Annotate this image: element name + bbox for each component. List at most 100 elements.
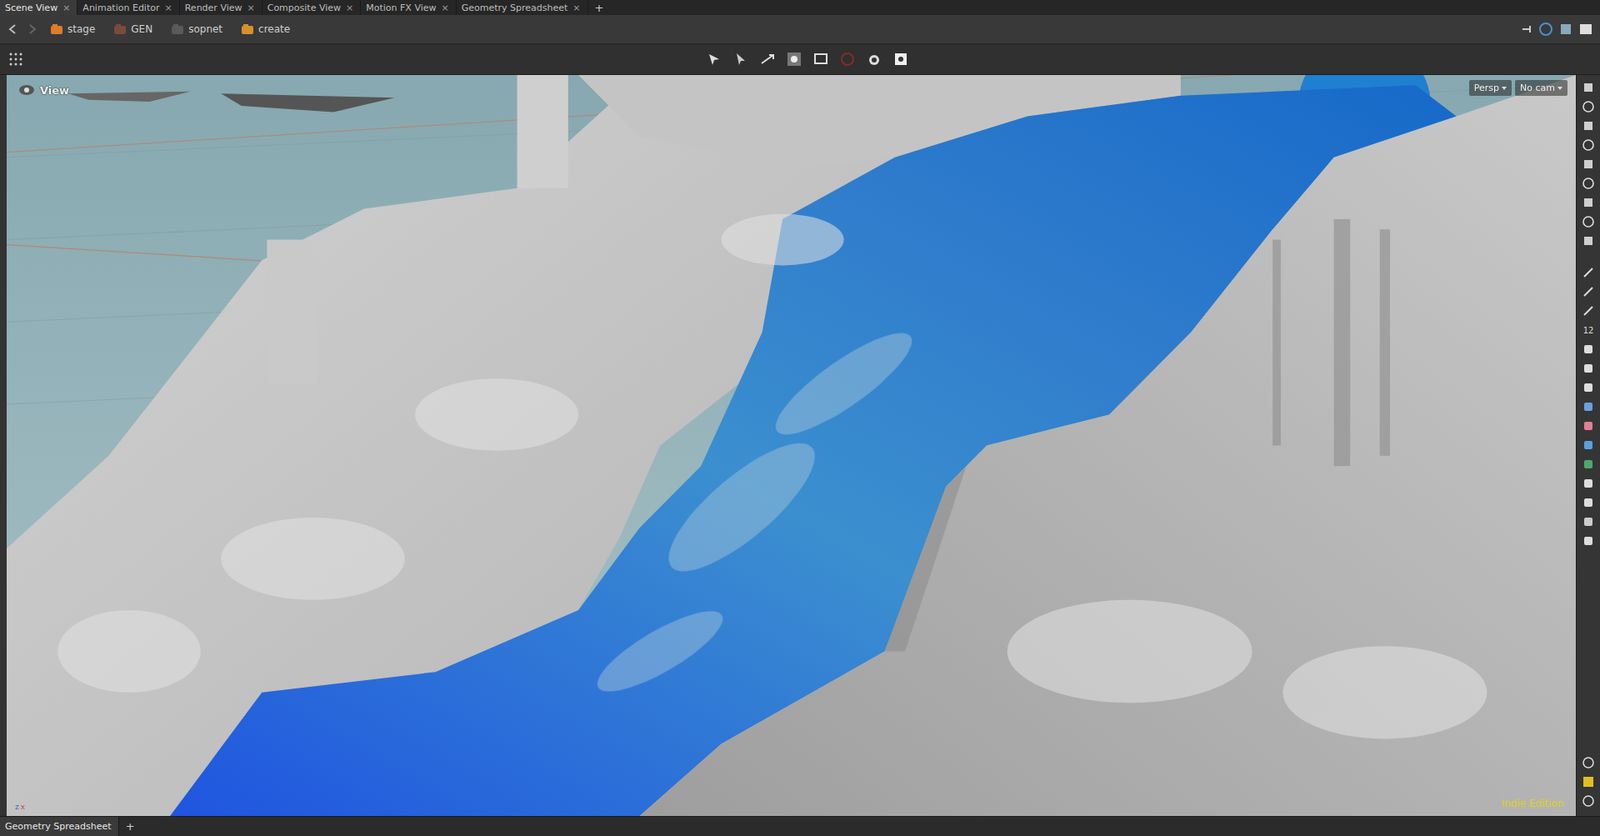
scene-viewport[interactable]: ViewPerspNo camzxIndie Edition: [6, 75, 1576, 816]
path-crumb[interactable]: GEN: [106, 21, 160, 37]
wire-icon: [1581, 215, 1595, 229]
view-icon: [18, 83, 35, 97]
grid-icon: [1581, 419, 1595, 433]
side-tool-button[interactable]: [1580, 437, 1596, 453]
side-tool-button[interactable]: [1580, 214, 1596, 230]
side-tool-button[interactable]: [1580, 399, 1596, 415]
side-tool-button[interactable]: [1580, 360, 1596, 376]
side-tool-button[interactable]: [1580, 793, 1596, 809]
dot-icon: [1581, 265, 1595, 280]
close-tab-button[interactable]: ×: [165, 2, 173, 14]
side-tool-button[interactable]: [1580, 475, 1596, 491]
path-bar: stage GEN sopnet create: [0, 15, 1600, 45]
tool-button[interactable]: [705, 50, 724, 69]
snap-count-button[interactable]: 12: [1580, 322, 1596, 338]
side-tool-button[interactable]: [1580, 533, 1596, 549]
tool-group: [23, 50, 1592, 69]
tab-label[interactable]: Geometry Spreadsheet: [5, 820, 112, 832]
path-crumb[interactable]: stage: [43, 21, 102, 37]
link-icon: [1538, 21, 1554, 37]
side-tool-button[interactable]: [1580, 156, 1596, 172]
network-icon: [50, 23, 64, 35]
crumb-label[interactable]: GEN: [130, 23, 153, 35]
pane-tab[interactable]: Animation Editor ×: [77, 0, 180, 15]
tool-button[interactable]: [785, 50, 804, 69]
pane-tab[interactable]: Geometry Spreadsheet×: [456, 0, 589, 15]
stop-icon: [839, 50, 856, 68]
add-tab-button[interactable]: +: [588, 0, 611, 15]
bottom-tab-bar: Geometry Spreadsheet +: [0, 815, 1600, 836]
tab-label[interactable]: Render View: [185, 2, 243, 14]
crumb-label[interactable]: sopnet: [188, 23, 223, 35]
side-tool-button[interactable]: [1580, 774, 1596, 790]
tab-label[interactable]: Composite View: [267, 2, 341, 14]
close-tab-button[interactable]: ×: [62, 2, 70, 14]
side-tool-button[interactable]: [1580, 456, 1596, 472]
close-tab-button[interactable]: ×: [441, 2, 450, 14]
tool-button[interactable]: [731, 50, 750, 69]
dropdown-arrow-icon: [1557, 86, 1563, 90]
pane-tab[interactable]: Motion FX View ×: [360, 0, 456, 15]
measure-icon: [1581, 361, 1595, 375]
axis-label: z: [15, 802, 20, 811]
angle-icon: [1581, 380, 1595, 395]
side-tool-button[interactable]: [1580, 80, 1596, 95]
side-tool-button[interactable]: [1580, 195, 1596, 210]
tool-button[interactable]: [811, 50, 830, 69]
tool-button[interactable]: [891, 50, 910, 69]
crumb-label[interactable]: stage: [67, 23, 95, 35]
viewport-menus: Persp No cam: [1469, 80, 1568, 96]
transform-icon: [759, 50, 776, 68]
side-tool-button[interactable]: [1580, 118, 1596, 134]
side-tool-button[interactable]: [1580, 495, 1596, 510]
side-tool-button[interactable]: [1580, 755, 1596, 770]
light-icon: [1581, 157, 1595, 171]
tab-label[interactable]: Scene View: [5, 2, 58, 14]
pane-tab[interactable]: Scene View ×: [0, 0, 78, 15]
scene-render: [6, 75, 1576, 816]
tool-button[interactable]: [838, 50, 857, 69]
path-crumb[interactable]: create: [234, 21, 297, 37]
close-tab-button[interactable]: ×: [246, 2, 255, 14]
side-tool-button[interactable]: [1580, 418, 1596, 434]
side-tool-button[interactable]: [1580, 284, 1596, 300]
path-crumb[interactable]: sopnet: [164, 21, 230, 37]
select-icon: [705, 50, 723, 68]
display-icon: [812, 50, 830, 68]
side-tool-button[interactable]: [1580, 99, 1596, 115]
network-icon: [240, 23, 255, 35]
grid-menu-icon: [8, 51, 24, 67]
side-tool-button[interactable]: [1580, 175, 1596, 191]
camera-menu[interactable]: No cam: [1515, 80, 1568, 96]
axis-label: x: [20, 802, 25, 811]
pick-icon: [732, 50, 750, 68]
pane-tab[interactable]: Render View×: [180, 0, 263, 15]
close-tab-button[interactable]: ×: [572, 2, 580, 14]
tool-button[interactable]: [865, 50, 884, 69]
pane-tab[interactable]: Geometry Spreadsheet: [0, 816, 120, 836]
projection-label[interactable]: Persp: [1474, 82, 1500, 94]
viewport-toolbar: [0, 44, 1600, 75]
side-tool-button[interactable]: [1580, 514, 1596, 530]
side-tool-button[interactable]: [1580, 233, 1596, 249]
side-tool-button[interactable]: [1580, 303, 1596, 319]
side-tool-button[interactable]: [1580, 341, 1596, 357]
crumb-label[interactable]: create: [258, 23, 290, 35]
side-tool-button[interactable]: [1580, 265, 1596, 280]
tab-label[interactable]: Geometry Spreadsheet: [461, 2, 569, 14]
tool-button[interactable]: [758, 50, 777, 69]
side-tool-button[interactable]: [1580, 137, 1596, 153]
snap-count[interactable]: 12: [1583, 325, 1595, 335]
view-name: View: [40, 84, 70, 97]
close-tab-button[interactable]: ×: [345, 2, 354, 14]
pane-tab[interactable]: Composite View ×: [262, 0, 362, 15]
projection-menu[interactable]: Persp: [1469, 80, 1512, 96]
display-options-icon: [1581, 80, 1595, 95]
add-tab-button[interactable]: +: [119, 816, 142, 836]
camera-label[interactable]: No cam: [1520, 82, 1555, 94]
side-tool-button[interactable]: [1580, 380, 1596, 395]
shading-icon: [1581, 100, 1595, 114]
diamond-icon: [1581, 438, 1595, 452]
tab-label[interactable]: Animation Editor: [82, 2, 160, 14]
tab-label[interactable]: Motion FX View: [365, 2, 436, 14]
